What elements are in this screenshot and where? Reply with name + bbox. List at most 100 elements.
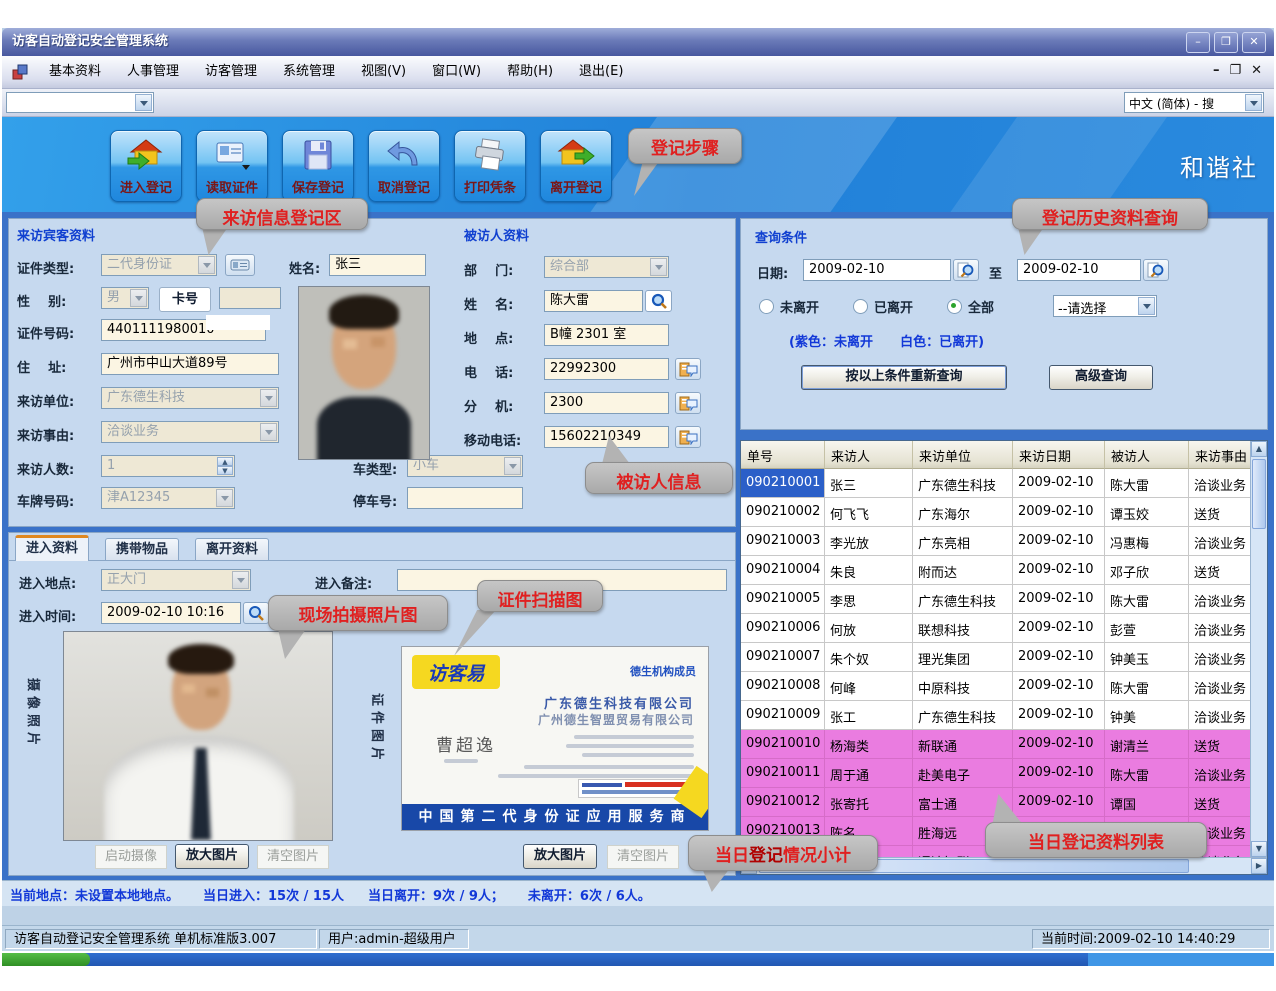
menu-item[interactable]: 退出(E) <box>566 56 636 88</box>
card-number-button[interactable]: 卡号 <box>159 287 211 312</box>
leave-register-button[interactable]: 离开登记 <box>540 130 612 202</box>
visitor-count-stepper[interactable]: 1 ▲▼ <box>101 455 235 477</box>
chevron-down-icon[interactable] <box>232 571 249 589</box>
requery-button[interactable]: 按以上条件重新查询 <box>801 365 1007 390</box>
mobile-field[interactable]: 15602210349 <box>544 426 669 448</box>
table-row[interactable]: 090210003李光放广东亮相2009-02-10冯惠梅洽谈业务 <box>741 527 1250 556</box>
entry-time-field[interactable]: 2009-02-10 10:16 <box>101 602 241 624</box>
restore-button[interactable]: ❐ <box>1214 32 1238 53</box>
mdi-close-button[interactable]: ✕ <box>1251 63 1262 78</box>
scroll-right-icon[interactable]: ▶ <box>1251 858 1267 874</box>
spin-down-icon[interactable]: ▼ <box>217 466 233 475</box>
quick-select-combo[interactable] <box>6 92 154 113</box>
ext-notify-button[interactable] <box>675 392 701 414</box>
enter-register-button[interactable]: 进入登记 <box>110 130 182 202</box>
chevron-down-icon[interactable] <box>1138 297 1155 315</box>
table-row[interactable]: 090210004朱良附而达2009-02-10邓子欣送货 <box>741 556 1250 585</box>
chevron-down-icon[interactable] <box>260 423 277 441</box>
date-from-picker-button[interactable] <box>953 259 979 281</box>
chevron-down-icon[interactable] <box>650 258 667 276</box>
cancel-register-button[interactable]: 取消登记 <box>368 130 440 202</box>
date-to-field[interactable]: 2009-02-10 <box>1017 259 1141 281</box>
read-card-button[interactable]: 读取证件 <box>196 130 268 202</box>
table-row[interactable]: 090210011周于通赴美电子2009-02-10陈大雷洽谈业务 <box>741 759 1250 788</box>
plate-number-combo[interactable]: 津A12345 <box>101 487 235 509</box>
scroll-down-icon[interactable]: ▼ <box>1251 841 1267 857</box>
phone-notify-button[interactable] <box>675 358 701 380</box>
chevron-down-icon[interactable] <box>135 94 152 111</box>
date-to-picker-button[interactable] <box>1143 259 1169 281</box>
visitor-name-field[interactable]: 张三 <box>329 254 426 276</box>
column-header[interactable]: 来访日期 <box>1013 441 1105 469</box>
tab-entry-info[interactable]: 进入资料 <box>15 535 89 561</box>
radio-已离开[interactable]: 已离开 <box>853 297 913 316</box>
table-row[interactable]: 090210005李思广东德生科技2009-02-10陈大雷洽谈业务 <box>741 585 1250 614</box>
table-row[interactable]: 090210010杨海类新联通2009-02-10谢清兰送货 <box>741 730 1250 759</box>
chevron-down-icon[interactable] <box>130 289 147 307</box>
visit-company-combo[interactable]: 广东德生科技 <box>101 387 279 409</box>
mdi-restore-button[interactable]: ❐ <box>1229 63 1241 78</box>
gender-combo[interactable]: 男 <box>101 287 149 309</box>
save-register-button[interactable]: 保存登记 <box>282 130 354 202</box>
chevron-down-icon[interactable] <box>198 256 215 274</box>
interviewee-search-button[interactable] <box>645 290 672 312</box>
menu-item[interactable]: 访客管理 <box>192 56 270 88</box>
chevron-down-icon[interactable] <box>1245 94 1262 111</box>
print-slip-button[interactable]: 打印凭条 <box>454 130 526 202</box>
scroll-up-icon[interactable]: ▲ <box>1251 441 1267 457</box>
parking-number-field[interactable] <box>407 487 523 509</box>
location-field[interactable]: B幢 2301 室 <box>544 324 669 346</box>
menu-item[interactable]: 人事管理 <box>114 56 192 88</box>
clear-card-button[interactable]: 清空图片 <box>607 845 679 869</box>
table-row[interactable]: 090210007朱个奴理光集团2009-02-10钟美玉洽谈业务 <box>741 643 1250 672</box>
chevron-down-icon[interactable] <box>260 389 277 407</box>
zoom-photo-button[interactable]: 放大图片 <box>175 844 249 869</box>
dept-combo[interactable]: 综合部 <box>544 256 669 278</box>
address-field[interactable]: 广州市中山大道89号 <box>101 353 279 375</box>
status-filter-combo[interactable]: --请选择 <box>1053 295 1157 317</box>
vertical-scrollbar[interactable]: ▲ ▼ <box>1250 441 1267 857</box>
menu-item[interactable]: 窗口(W) <box>419 56 494 88</box>
menu-item[interactable]: 帮助(H) <box>494 56 566 88</box>
mdi-minimize-button[interactable]: – <box>1213 63 1220 78</box>
table-row[interactable]: 090210002何飞飞广东海尔2009-02-10谭玉姣送货 <box>741 498 1250 527</box>
card-number-field[interactable] <box>219 287 281 309</box>
column-header[interactable]: 来访单位 <box>913 441 1013 469</box>
zoom-card-button[interactable]: 放大图片 <box>523 844 597 869</box>
cert-type-combo[interactable]: 二代身份证 <box>101 254 217 276</box>
mobile-notify-button[interactable] <box>675 426 701 448</box>
start-button-strip[interactable] <box>2 953 90 966</box>
interviewee-name-field[interactable]: 陈大雷 <box>544 290 643 312</box>
column-header[interactable]: 来访人 <box>825 441 913 469</box>
close-button[interactable]: ✕ <box>1242 32 1266 53</box>
spin-up-icon[interactable]: ▲ <box>217 457 233 466</box>
table-row[interactable]: 090210008何峰中原科技2009-02-10陈大雷洽谈业务 <box>741 672 1250 701</box>
table-row[interactable]: 090210001张三广东德生科技2009-02-10陈大雷洽谈业务 <box>741 469 1250 498</box>
table-row[interactable]: 090210009张工广东德生科技2009-02-10钟美洽谈业务 <box>741 701 1250 730</box>
radio-未离开[interactable]: 未离开 <box>759 297 819 316</box>
column-header[interactable]: 单号 <box>741 441 825 469</box>
column-header[interactable]: 被访人 <box>1105 441 1189 469</box>
menu-item[interactable]: 视图(V) <box>348 56 419 88</box>
entry-time-picker-button[interactable] <box>243 602 269 624</box>
minimize-button[interactable]: – <box>1186 32 1210 53</box>
date-from-field[interactable]: 2009-02-10 <box>803 259 951 281</box>
menu-item[interactable]: 基本资料 <box>36 56 114 88</box>
tab-leave-info[interactable]: 离开资料 <box>195 538 269 561</box>
card-reader-button[interactable] <box>225 254 255 276</box>
column-header[interactable]: 来访事由 <box>1189 441 1250 469</box>
tab-carried-items[interactable]: 携带物品 <box>105 538 179 561</box>
menu-item[interactable]: 系统管理 <box>270 56 348 88</box>
advanced-query-button[interactable]: 高级查询 <box>1049 365 1153 390</box>
start-camera-button[interactable]: 启动摄像 <box>95 845 167 869</box>
visit-reason-combo[interactable]: 洽谈业务 <box>101 421 279 443</box>
ext-field[interactable]: 2300 <box>544 392 669 414</box>
chevron-down-icon[interactable] <box>504 457 521 475</box>
phone-field[interactable]: 22992300 <box>544 358 669 380</box>
language-combo[interactable]: 中文 (简体) - 搜 <box>1124 92 1264 113</box>
entry-location-combo[interactable]: 正大门 <box>101 569 251 591</box>
clear-photo-button[interactable]: 清空图片 <box>257 845 329 869</box>
table-row[interactable]: 090210006何放联想科技2009-02-10彭萱洽谈业务 <box>741 614 1250 643</box>
chevron-down-icon[interactable] <box>216 489 233 507</box>
radio-全部[interactable]: 全部 <box>947 297 994 316</box>
